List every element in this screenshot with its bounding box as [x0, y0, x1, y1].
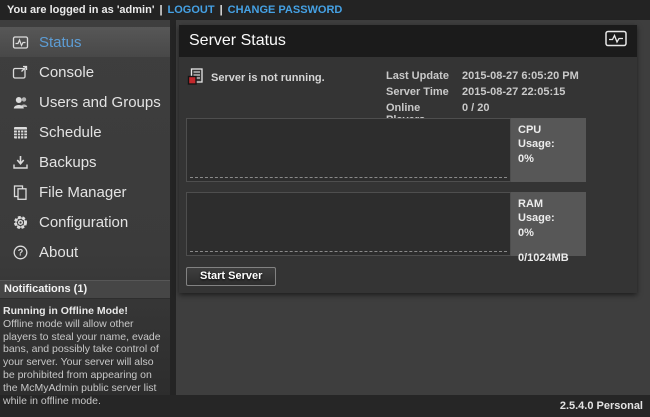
sidebar-item-label: Schedule: [39, 124, 102, 141]
separator: |: [159, 4, 162, 16]
logged-in-text: You are logged in as 'admin': [7, 4, 154, 16]
spacer: [518, 240, 579, 251]
activity-monitor-icon[interactable]: [605, 30, 627, 52]
panel-header: Server Status: [179, 25, 637, 57]
server-status-panel: Server Status Server is not running. Las…: [179, 25, 637, 293]
server-status-message: Server is not running.: [187, 68, 325, 88]
version-text: 2.5.4.0 Personal: [560, 400, 643, 412]
ram-usage-chart: RAM Usage: 0% 0/1024MB: [186, 192, 586, 256]
notification-item: Running in Offline Mode! Offline mode wi…: [0, 299, 170, 411]
notifications-panel: Notifications (1) Running in Offline Mod…: [0, 280, 170, 411]
change-password-link[interactable]: CHANGE PASSWORD: [228, 4, 343, 16]
sidebar-item-label: Configuration: [39, 214, 128, 231]
logout-link[interactable]: LOGOUT: [168, 4, 215, 16]
sidebar-item-about[interactable]: ? About: [0, 237, 170, 267]
topbar: You are logged in as 'admin' | LOGOUT | …: [0, 0, 650, 20]
detail-row: Server Time 2015-08-27 22:05:15: [386, 86, 579, 98]
sidebar: Status Console Users and Groups Schedule: [0, 20, 170, 395]
sidebar-item-label: Backups: [39, 154, 97, 171]
sidebar-menu: Status Console Users and Groups Schedule: [0, 20, 170, 267]
users-icon: [11, 94, 29, 111]
cpu-usage-value: 0%: [518, 152, 579, 166]
status-text: Server is not running.: [211, 72, 325, 84]
ram-usage-label-box: RAM Usage: 0% 0/1024MB: [511, 192, 586, 256]
help-icon: ?: [11, 244, 29, 261]
sidebar-item-users-and-groups[interactable]: Users and Groups: [0, 87, 170, 117]
calendar-icon: [11, 124, 29, 141]
page-title: Server Status: [189, 32, 286, 50]
cpu-usage-label: CPU Usage:: [518, 123, 579, 152]
sidebar-item-label: Users and Groups: [39, 94, 161, 111]
files-icon: [11, 184, 29, 201]
sidebar-item-label: About: [39, 244, 78, 261]
sidebar-item-label: File Manager: [39, 184, 127, 201]
sidebar-item-label: Console: [39, 64, 94, 81]
svg-text:?: ?: [17, 247, 23, 257]
sidebar-item-console[interactable]: Console: [0, 57, 170, 87]
console-icon: [11, 64, 29, 81]
sidebar-item-backups[interactable]: Backups: [0, 147, 170, 177]
sidebar-item-schedule[interactable]: Schedule: [0, 117, 170, 147]
ram-usage-value: 0%: [518, 226, 579, 240]
notification-text: Offline mode will allow other players to…: [3, 318, 161, 407]
main-area: Server Status Server is not running. Las…: [170, 20, 650, 395]
panel-body: Server is not running. Last Update 2015-…: [179, 57, 637, 293]
cpu-chart-plot-area: [186, 118, 511, 182]
ram-usage-label: RAM Usage:: [518, 197, 579, 226]
detail-row: Last Update 2015-08-27 6:05:20 PM: [386, 70, 579, 82]
sidebar-item-file-manager[interactable]: File Manager: [0, 177, 170, 207]
notification-title: Running in Offline Mode!: [3, 305, 165, 318]
notifications-header: Notifications (1): [0, 280, 170, 299]
cpu-usage-chart: CPU Usage: 0%: [186, 118, 586, 182]
cpu-zero-line: [190, 177, 507, 178]
cpu-usage-label-box: CPU Usage: 0%: [511, 118, 586, 182]
start-server-button[interactable]: Start Server: [186, 267, 276, 286]
detail-value: 2015-08-27 22:05:15: [462, 86, 565, 98]
separator: |: [220, 4, 223, 16]
ram-chart-plot-area: [186, 192, 511, 256]
server-stopped-icon: [187, 68, 204, 88]
detail-label: Server Time: [386, 86, 462, 98]
detail-value: 2015-08-27 6:05:20 PM: [462, 70, 579, 82]
sidebar-item-label: Status: [39, 34, 82, 51]
gear-icon: [11, 214, 29, 231]
sidebar-item-status[interactable]: Status: [0, 27, 170, 57]
activity-icon: [11, 34, 29, 51]
sidebar-item-configuration[interactable]: Configuration: [0, 207, 170, 237]
detail-label: Last Update: [386, 70, 462, 82]
ram-usage-detail: 0/1024MB: [518, 251, 579, 265]
download-icon: [11, 154, 29, 171]
ram-zero-line: [190, 251, 507, 252]
